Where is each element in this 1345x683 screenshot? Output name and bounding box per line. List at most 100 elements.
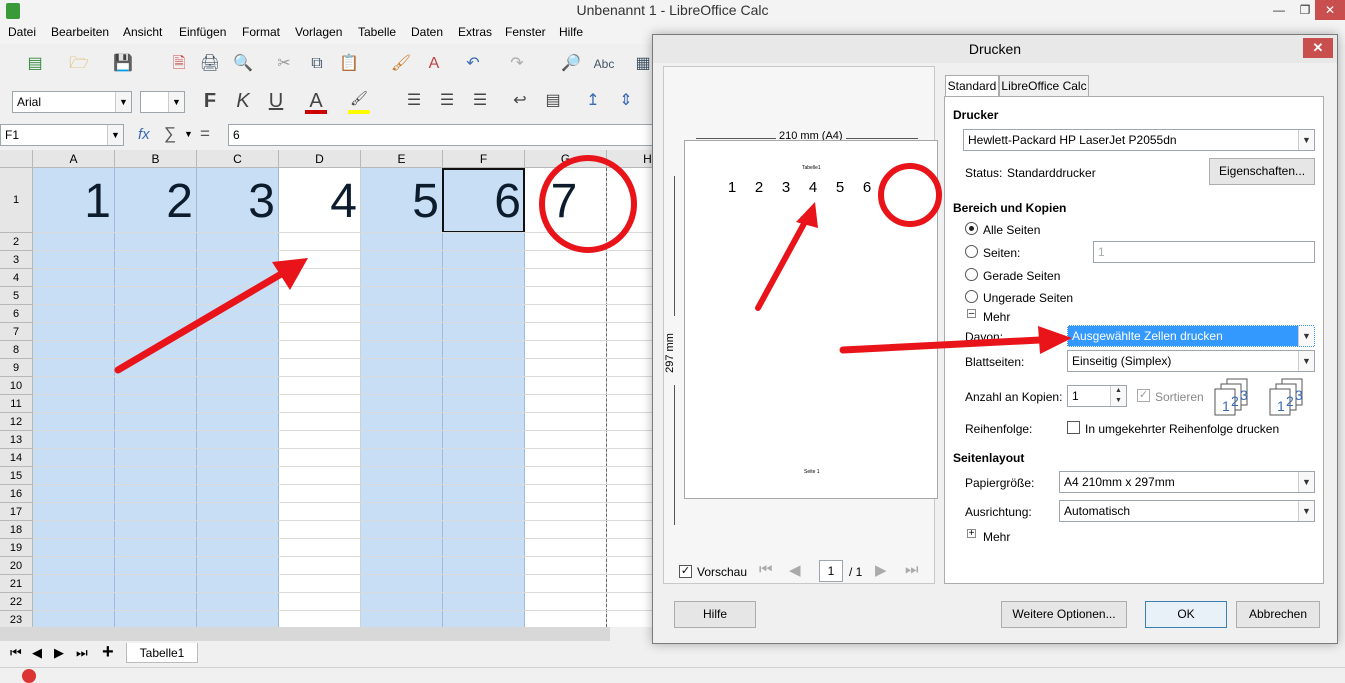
save-icon[interactable]: 💾 [112, 53, 134, 75]
row-header-17[interactable]: 17 [0, 503, 33, 521]
odd-pages-radio[interactable] [965, 290, 978, 303]
row-header-19[interactable]: 19 [0, 539, 33, 557]
menu-fenster[interactable]: Fenster [505, 25, 546, 39]
formula-equals-icon[interactable]: = [200, 124, 210, 144]
column-header-d[interactable]: D [279, 150, 361, 168]
first-page-icon[interactable]: ⏮ [759, 561, 773, 578]
cancel-button[interactable]: Abbrechen [1236, 601, 1320, 628]
italic-button[interactable]: K [233, 90, 253, 114]
row-header-13[interactable]: 13 [0, 431, 33, 449]
close-find-icon[interactable] [22, 669, 36, 683]
align-right-icon[interactable]: ☰ [470, 90, 490, 114]
undo-icon[interactable]: ↶ [462, 53, 484, 75]
cell-a1[interactable]: 1 [33, 172, 111, 232]
column-header-b[interactable]: B [115, 150, 197, 168]
expand-icon[interactable]: + [967, 529, 976, 539]
column-a-cells[interactable] [33, 168, 115, 627]
highlight-icon[interactable]: 🖌 [348, 90, 370, 114]
column-header-c[interactable]: C [197, 150, 279, 168]
ok-button[interactable]: OK [1145, 601, 1227, 628]
table-icon[interactable]: ▦ [632, 53, 654, 75]
menu-einfuegen[interactable]: Einfügen [179, 25, 226, 39]
align-top-icon[interactable]: ↥ [583, 90, 603, 114]
menu-tabelle[interactable]: Tabelle [358, 25, 396, 39]
tab-libreoffice-calc[interactable]: LibreOffice Calc [999, 75, 1089, 97]
formula-input[interactable]: 6 [228, 124, 668, 146]
menu-daten[interactable]: Daten [411, 25, 443, 39]
column-c-cells[interactable] [197, 168, 279, 627]
underline-button[interactable]: U [266, 90, 286, 114]
sheet-tab[interactable]: Tabelle1 [126, 643, 198, 663]
cell-f1[interactable]: 6 [443, 172, 521, 232]
row-header-9[interactable]: 9 [0, 359, 33, 377]
row-header-11[interactable]: 11 [0, 395, 33, 413]
bold-button[interactable]: F [200, 90, 220, 114]
row-header-23[interactable]: 23 [0, 611, 33, 627]
menu-bearbeiten[interactable]: Bearbeiten [51, 25, 109, 39]
sides-select[interactable]: Einseitig (Simplex) ▼ [1067, 350, 1315, 372]
page-number-input[interactable]: 1 [819, 560, 843, 582]
horizontal-scrollbar[interactable] [0, 627, 610, 641]
cut-icon[interactable]: ✂ [273, 53, 295, 75]
align-center-icon[interactable]: ☰ [437, 90, 457, 114]
next-page-icon[interactable]: ▶ [875, 561, 887, 579]
close-window-button[interactable]: ✕ [1315, 0, 1345, 20]
more-options-button[interactable]: Weitere Optionen... [1001, 601, 1127, 628]
print-icon[interactable]: 🖨 [199, 53, 221, 75]
redo-icon[interactable]: ↷ [506, 53, 528, 75]
row-header-10[interactable]: 10 [0, 377, 33, 395]
row-header-5[interactable]: 5 [0, 287, 33, 305]
row-header-18[interactable]: 18 [0, 521, 33, 539]
last-page-icon[interactable]: ⏭ [905, 561, 919, 578]
menu-extras[interactable]: Extras [458, 25, 492, 39]
print-preview-icon[interactable]: 🔍 [232, 53, 254, 75]
align-left-icon[interactable]: ☰ [404, 90, 424, 114]
reverse-order-checkbox[interactable] [1067, 421, 1080, 434]
row-header-3[interactable]: 3 [0, 251, 33, 269]
cell-g1[interactable]: 7 [525, 172, 603, 232]
cell-d1[interactable]: 4 [279, 172, 357, 232]
row-header-1[interactable]: 1 [0, 168, 33, 233]
menu-format[interactable]: Format [242, 25, 280, 39]
row-header-12[interactable]: 12 [0, 413, 33, 431]
select-all-corner[interactable] [0, 150, 33, 168]
font-color-button[interactable]: A [305, 90, 327, 114]
row-header-20[interactable]: 20 [0, 557, 33, 575]
more-range-label[interactable]: Mehr [983, 310, 1010, 324]
clear-formatting-icon[interactable]: A [423, 53, 445, 75]
menu-hilfe[interactable]: Hilfe [559, 25, 583, 39]
all-pages-radio[interactable] [965, 222, 978, 235]
paste-icon[interactable]: 📋 [338, 53, 360, 75]
row-header-8[interactable]: 8 [0, 341, 33, 359]
chevron-down-icon[interactable]: ▼ [184, 129, 193, 139]
properties-button[interactable]: Eigenschaften... [1209, 158, 1315, 185]
column-e-cells[interactable] [361, 168, 443, 627]
copy-icon[interactable]: ⧉ [306, 53, 328, 75]
collapse-icon[interactable]: – [967, 309, 976, 319]
pages-radio[interactable] [965, 245, 978, 258]
spellcheck-icon[interactable]: Abc [593, 53, 615, 75]
column-b-cells[interactable] [115, 168, 197, 627]
font-size-combo[interactable]: ▼ [140, 91, 185, 113]
name-box[interactable]: F1 ▼ [0, 124, 124, 146]
cell-b1[interactable]: 2 [115, 172, 193, 232]
last-sheet-icon[interactable]: ⏭ [76, 645, 88, 661]
previous-page-icon[interactable]: ◀ [789, 561, 801, 579]
tab-standard[interactable]: Standard [945, 75, 999, 98]
row-header-6[interactable]: 6 [0, 305, 33, 323]
column-g-cells[interactable] [525, 168, 607, 627]
previous-sheet-icon[interactable]: ◀ [32, 645, 42, 661]
column-header-a[interactable]: A [33, 150, 115, 168]
clone-formatting-icon[interactable]: 🖌 [390, 53, 412, 75]
row-header-4[interactable]: 4 [0, 269, 33, 287]
even-pages-radio[interactable] [965, 268, 978, 281]
collate-checkbox[interactable]: ✓ [1137, 389, 1150, 402]
spreadsheet-grid[interactable]: A B C D E F G H 1 2 3 4 5 6 7 1234567891… [0, 150, 660, 627]
column-f-cells[interactable] [443, 168, 525, 627]
row-header-14[interactable]: 14 [0, 449, 33, 467]
find-replace-icon[interactable]: 🔎 [560, 53, 582, 75]
next-sheet-icon[interactable]: ▶ [54, 645, 64, 661]
row-header-22[interactable]: 22 [0, 593, 33, 611]
center-vertical-icon[interactable]: ⇕ [616, 90, 636, 114]
menu-vorlagen[interactable]: Vorlagen [295, 25, 342, 39]
